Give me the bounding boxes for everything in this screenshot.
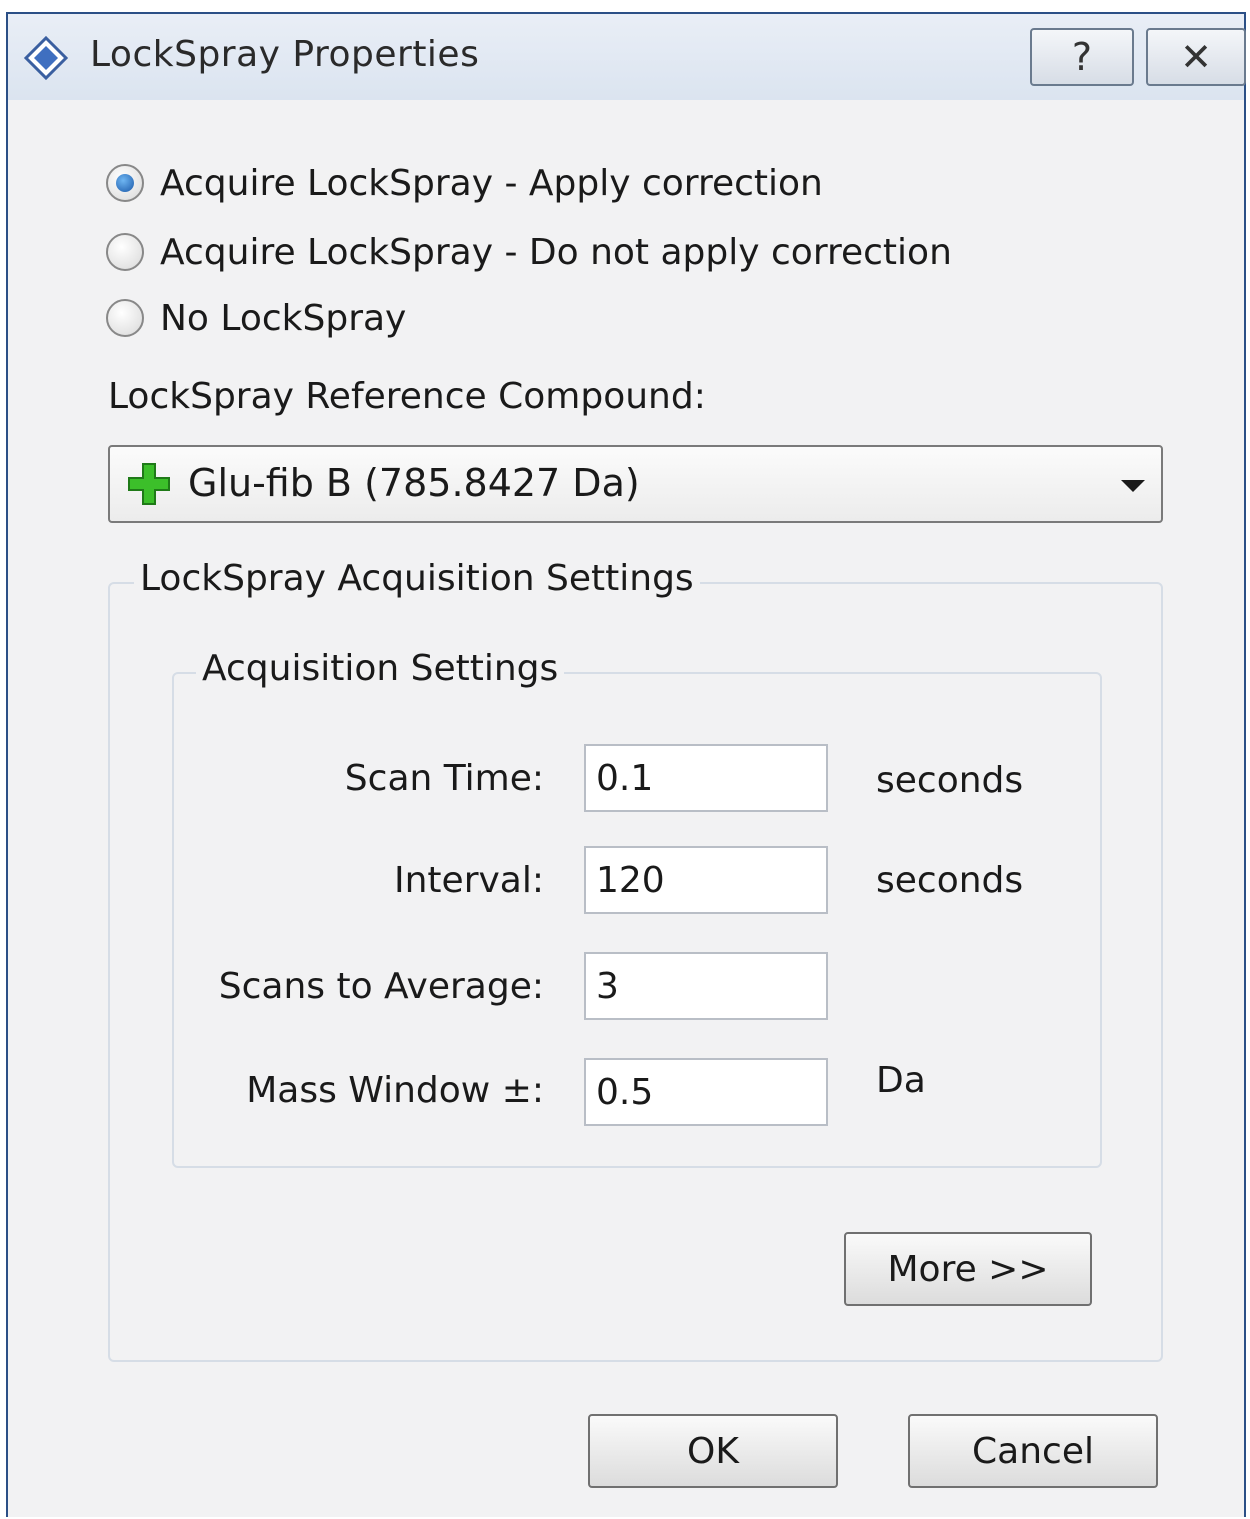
more-button[interactable]: More >> xyxy=(844,1232,1092,1306)
dialog-body: Acquire LockSpray - Apply correction Acq… xyxy=(8,100,1244,1517)
radio-button[interactable] xyxy=(106,299,144,337)
mass-window-unit: Da xyxy=(876,1060,926,1101)
title-bar[interactable]: LockSpray Properties ? ✕ xyxy=(8,14,1246,100)
scan-time-label: Scan Time: xyxy=(344,758,544,799)
radio-button-checked[interactable] xyxy=(106,164,144,202)
reference-compound-dropdown[interactable]: Glu-fib B (785.8427 Da) xyxy=(108,445,1163,523)
close-icon: ✕ xyxy=(1180,35,1212,79)
ok-button[interactable]: OK xyxy=(588,1414,838,1488)
help-button[interactable]: ? xyxy=(1030,28,1134,86)
mass-window-label: Mass Window ±: xyxy=(246,1070,544,1111)
radio-button[interactable] xyxy=(106,233,144,271)
interval-input[interactable] xyxy=(584,846,828,914)
scans-to-average-label: Scans to Average: xyxy=(218,966,544,1007)
radio-apply-correction[interactable]: Acquire LockSpray - Apply correction xyxy=(106,158,823,208)
help-icon: ? xyxy=(1071,35,1093,79)
mass-window-input[interactable] xyxy=(584,1058,828,1126)
scan-time-unit: seconds xyxy=(876,760,1024,801)
interval-label: Interval: xyxy=(394,860,544,901)
green-plus-icon xyxy=(128,463,170,505)
acquisition-settings-group: Acquisition Settings Scan Time: seconds … xyxy=(172,648,1102,1168)
cancel-button[interactable]: Cancel xyxy=(908,1414,1158,1488)
radio-label: Acquire LockSpray - Do not apply correct… xyxy=(160,231,952,273)
group-title: LockSpray Acquisition Settings xyxy=(134,558,700,599)
interval-unit: seconds xyxy=(876,860,1024,901)
cancel-button-label: Cancel xyxy=(972,1430,1094,1472)
app-icon xyxy=(23,35,69,81)
lockspray-properties-dialog: LockSpray Properties ? ✕ Acquire LockSpr… xyxy=(6,12,1246,1517)
scans-to-average-input[interactable] xyxy=(584,952,828,1020)
dropdown-selected-value: Glu-fib B (785.8427 Da) xyxy=(188,461,640,505)
radio-label: No LockSpray xyxy=(160,297,407,339)
window-title: LockSpray Properties xyxy=(90,34,480,75)
ok-button-label: OK xyxy=(687,1430,739,1472)
subgroup-title: Acquisition Settings xyxy=(196,648,565,689)
lockspray-acquisition-group: LockSpray Acquisition Settings Acquisiti… xyxy=(108,558,1163,1362)
reference-compound-label: LockSpray Reference Compound: xyxy=(108,376,706,417)
close-button[interactable]: ✕ xyxy=(1146,28,1246,86)
more-button-label: More >> xyxy=(887,1248,1049,1290)
chevron-down-icon[interactable] xyxy=(1121,480,1145,492)
radio-label: Acquire LockSpray - Apply correction xyxy=(160,162,823,204)
radio-no-lockspray[interactable]: No LockSpray xyxy=(106,293,406,343)
radio-no-correction[interactable]: Acquire LockSpray - Do not apply correct… xyxy=(106,227,952,277)
scan-time-input[interactable] xyxy=(584,744,828,812)
